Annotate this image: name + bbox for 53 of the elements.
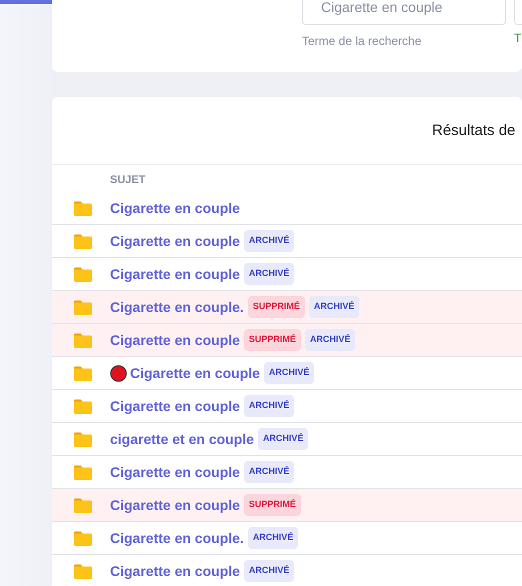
archived-tag: ARCHIVÉ — [258, 428, 308, 450]
table-row[interactable]: Cigarette en couple. ARCHIVÉ — [52, 522, 522, 555]
subject-link[interactable]: Cigarette en couple — [130, 362, 260, 384]
folder-icon — [74, 300, 92, 314]
archived-tag: ARCHIVÉ — [244, 263, 294, 285]
folder-icon — [74, 366, 92, 380]
subject-link[interactable]: Cigarette en couple. — [110, 528, 244, 548]
table-row[interactable]: Cigarette en couple — [52, 192, 522, 225]
subject-link[interactable]: Cigarette en couple — [110, 396, 240, 416]
folder-icon — [74, 398, 92, 414]
subject-link[interactable]: Cigarette en couple — [110, 330, 240, 350]
table-row[interactable]: Cigarette en couple ARCHIVÉ — [52, 357, 522, 390]
subject-link[interactable]: Cigarette en couple — [110, 230, 240, 252]
folder-icon — [74, 234, 92, 248]
subject-link[interactable]: cigarette et en couple — [110, 428, 254, 450]
table-row[interactable]: cigarette et en couple ARCHIVÉ — [52, 423, 522, 456]
results-title: Résultats de — [432, 121, 516, 141]
folder-icon — [74, 498, 92, 512]
folder-icon — [74, 200, 92, 216]
archived-tag: ARCHIVÉ — [264, 362, 314, 384]
subject-link[interactable]: Cigarette en couple — [110, 264, 240, 284]
deleted-tag: SUPPRIMÉ — [244, 329, 301, 351]
table-row[interactable]: Cigarette en couple ARCHIVÉ — [52, 390, 522, 423]
folder-icon — [74, 564, 92, 578]
archived-tag: ARCHIVÉ — [304, 329, 356, 351]
field-label: T — [514, 30, 522, 47]
table-row[interactable]: Cigarette en couple ARCHIVÉ — [52, 225, 522, 258]
field-label: Terme de la recherche — [302, 33, 422, 50]
archived-tag: ARCHIVÉ — [308, 296, 360, 318]
archived-tag: ARCHIVÉ — [244, 395, 294, 417]
table-row[interactable]: Cigarette en couple. SUPPRIMÉ ARCHIVÉ — [52, 291, 522, 324]
search-field[interactable]: Cigarette en couple — [302, 0, 506, 25]
folder-icon — [74, 530, 92, 546]
folder-icon — [74, 332, 92, 348]
deleted-tag: SUPPRIMÉ — [248, 296, 305, 318]
archived-tag: ARCHIVÉ — [244, 230, 294, 252]
subject-link[interactable]: Cigarette en couple — [110, 462, 240, 482]
subject-link[interactable]: Cigarette en couple — [110, 494, 240, 516]
table-row[interactable]: Cigarette en couple SUPPRIMÉ — [52, 489, 522, 522]
subject-link[interactable]: Cigarette en couple — [110, 560, 240, 582]
subject-link[interactable]: Cigarette en couple — [110, 198, 240, 218]
table-row[interactable]: Cigarette en couple SUPPRIMÉ ARCHIVÉ — [52, 324, 522, 357]
sidebar-accent — [0, 0, 52, 4]
archived-tag: ARCHIVÉ — [244, 560, 294, 582]
table-row[interactable]: Cigarette en couple ARCHIVÉ — [52, 555, 522, 586]
column-header: SUJET — [110, 174, 146, 186]
folder-icon — [74, 266, 92, 282]
folder-icon — [74, 432, 92, 446]
deleted-tag: SUPPRIMÉ — [244, 494, 301, 516]
folder-icon — [74, 464, 92, 480]
archived-tag: ARCHIVÉ — [244, 461, 294, 483]
archived-tag: ARCHIVÉ — [248, 527, 298, 549]
subject-link[interactable]: Cigarette en couple. — [110, 296, 244, 318]
